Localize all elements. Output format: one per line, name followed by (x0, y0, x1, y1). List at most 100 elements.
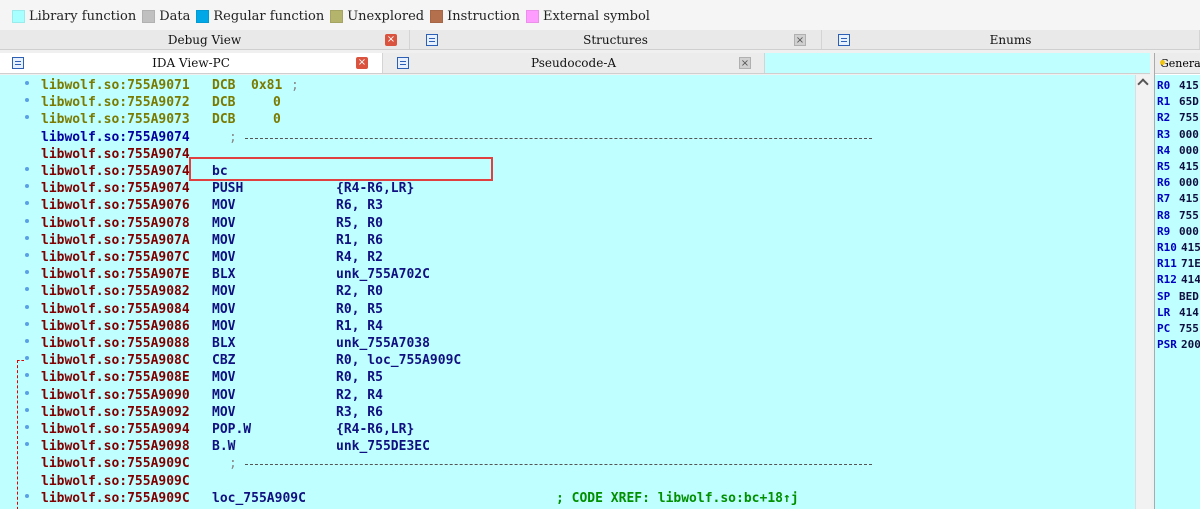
register-row[interactable]: PC 755 (1157, 321, 1199, 337)
register-value: 000 (1179, 224, 1199, 238)
register-row[interactable]: R3 000 (1157, 127, 1199, 143)
tab-pseudocode-a[interactable]: Pseudocode-A × (383, 53, 765, 73)
tab-debug-view-label: Debug View (167, 32, 242, 47)
register-name: R8 (1157, 208, 1171, 222)
breakpoint-dot[interactable] (25, 253, 29, 257)
register-row[interactable]: SP BED (1157, 289, 1199, 305)
register-value: 755 (1179, 208, 1199, 222)
line-address: libwolf.so:755A9074 (41, 181, 190, 197)
line-address: libwolf.so:755A9092 (41, 404, 190, 420)
register-name: R7 (1157, 192, 1171, 206)
close-icon[interactable]: × (739, 57, 751, 69)
register-name: R2 (1157, 111, 1171, 125)
register-row[interactable]: R6 000 (1157, 175, 1199, 191)
register-value: 71E (1181, 257, 1200, 271)
register-row[interactable]: PSR 200 (1157, 337, 1200, 353)
register-value: 415 (1181, 241, 1200, 254)
breakpoint-dot[interactable] (25, 81, 29, 85)
breakpoint-dot[interactable] (25, 390, 29, 395)
register-row[interactable]: R7 415 (1157, 191, 1199, 207)
breakpoint-dot[interactable] (25, 98, 29, 103)
register-row[interactable]: R2 755 (1157, 110, 1199, 126)
register-name: R12 (1157, 273, 1177, 287)
line-mnemonic: DCB (212, 95, 236, 111)
register-name: R11 (1157, 257, 1177, 271)
register-row[interactable]: R8 755 (1157, 208, 1199, 224)
branch-arrow-tick (17, 360, 24, 361)
register-value: 415 (1179, 79, 1199, 92)
breakpoint-dot[interactable] (25, 339, 29, 343)
line-address: libwolf.so:755A9094 (41, 422, 190, 437)
tab-debug-view[interactable]: Debug View × (0, 30, 410, 49)
breakpoint-dot[interactable] (25, 373, 29, 378)
breakpoint-dot[interactable] (25, 407, 29, 412)
branch-arrow-line (17, 360, 18, 509)
line-address: libwolf.so:755A909C (41, 473, 190, 489)
line-address: libwolf.so:755A9074 (41, 146, 190, 162)
register-row[interactable]: LR 414 (1157, 305, 1199, 321)
breakpoint-dot[interactable] (25, 493, 29, 498)
line-operands: R0, R5 (336, 370, 383, 386)
view-tab-bar: IDA View-PC × Pseudocode-A × (0, 53, 1150, 74)
register-value: 65D (1179, 95, 1199, 109)
breakpoint-dot[interactable] (25, 218, 29, 223)
breakpoint-dot[interactable] (25, 304, 29, 309)
line-operands: R5, R0 (336, 215, 383, 231)
breakpoint-dot[interactable] (25, 270, 29, 275)
line-address: libwolf.so:755A908E (41, 370, 190, 386)
close-icon[interactable]: × (385, 34, 397, 46)
breakpoint-dot[interactable] (25, 167, 29, 171)
breakpoint-dot[interactable] (25, 115, 29, 120)
tab-enums[interactable]: Enums (822, 30, 1200, 49)
breakpoint-dot[interactable] (25, 356, 29, 361)
breakpoint-dot[interactable] (25, 442, 29, 447)
register-row[interactable]: R5 415 (1157, 159, 1199, 175)
line-address: libwolf.so:755A908C (41, 353, 190, 369)
line-address: libwolf.so:755A9078 (41, 215, 190, 231)
register-row[interactable]: R4 000 (1157, 143, 1199, 159)
line-address: libwolf.so:755A9082 (41, 284, 190, 300)
line-address: libwolf.so:755A907E (41, 267, 190, 283)
line-operands: R2, R4 (336, 387, 383, 403)
register-row[interactable]: R12 414 (1157, 272, 1200, 288)
register-row[interactable]: R0 415 (1157, 78, 1199, 94)
line-mnemonic: MOV (212, 301, 236, 317)
line-address: libwolf.so:755A9076 (41, 198, 190, 214)
tab-structures-label: Structures (583, 32, 648, 47)
line-operands: unk_755A7038 (336, 336, 430, 351)
legend-bar: Library function Data Regular function Unex… (0, 0, 1200, 33)
register-name: R0 (1157, 79, 1171, 92)
scroll-up-icon[interactable] (1137, 78, 1149, 90)
register-name: LR (1157, 305, 1171, 319)
close-icon[interactable]: × (356, 57, 368, 69)
line-mnemonic: MOV (212, 318, 236, 334)
register-row[interactable]: R11 71E (1157, 256, 1200, 272)
register-panel-title: General registers (1160, 56, 1200, 70)
register-panel-header[interactable]: General registers (1155, 53, 1200, 74)
breakpoint-dot[interactable] (25, 287, 29, 292)
line-address: libwolf.so:755A9098 (41, 439, 190, 455)
line-address: libwolf.so:755A9086 (41, 318, 190, 334)
line-address: libwolf.so:755A9088 (41, 336, 190, 351)
breakpoint-dot[interactable] (25, 184, 29, 189)
register-row[interactable]: R1 65D (1157, 94, 1199, 110)
breakpoint-dot[interactable] (25, 425, 29, 429)
register-row[interactable]: R9 000 (1157, 224, 1199, 240)
tab-structures[interactable]: Structures × (410, 30, 822, 49)
close-icon[interactable]: × (794, 34, 806, 46)
breakpoint-dot[interactable] (25, 235, 29, 240)
breakpoint-dot[interactable] (25, 321, 29, 326)
register-value: 000 (1179, 176, 1199, 190)
register-row[interactable]: R10 415 (1157, 240, 1200, 256)
breakpoint-dot[interactable] (25, 201, 29, 206)
line-mnemonic: MOV (212, 250, 236, 265)
disassembly-view[interactable]: libwolf.so:755A9071 DCB 0x81; libwolf.so:75… (0, 75, 1135, 509)
legend-item: Instruction (430, 9, 520, 24)
register-value: BED (1179, 289, 1199, 303)
legend-label: Regular function (213, 9, 325, 24)
vertical-scrollbar[interactable] (1135, 75, 1151, 509)
tab-ida-view-pc[interactable]: IDA View-PC × (0, 53, 383, 73)
legend-swatch (12, 10, 25, 23)
legend-label: Data (159, 9, 191, 24)
highlight-box (189, 157, 493, 181)
